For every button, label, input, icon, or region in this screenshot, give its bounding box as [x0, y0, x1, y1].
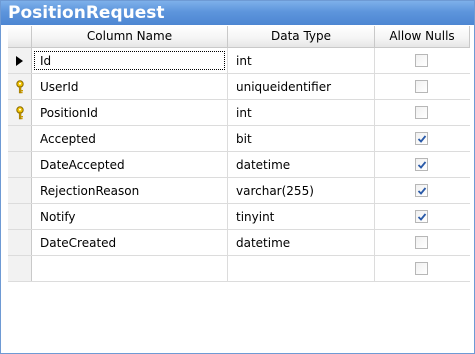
primary-key-icon [16, 106, 24, 120]
table-row[interactable]: UserId uniqueidentifier [8, 74, 470, 100]
allow-nulls-checkbox[interactable] [415, 80, 428, 93]
check-mark-icon [417, 187, 427, 195]
allow-nulls-cell [375, 178, 470, 203]
data-type-cell[interactable]: tinyint [228, 204, 375, 229]
title-bar[interactable]: PositionRequest [1, 1, 474, 25]
row-selector[interactable] [8, 178, 32, 203]
row-selector[interactable] [8, 100, 32, 125]
allow-nulls-checkbox[interactable] [415, 132, 428, 145]
allow-nulls-checkbox[interactable] [415, 236, 428, 249]
column-name-cell[interactable]: PositionId [32, 100, 228, 125]
column-name-cell[interactable]: Accepted [32, 126, 228, 151]
row-selector[interactable] [8, 256, 32, 281]
allow-nulls-checkbox[interactable] [415, 158, 428, 171]
table-row[interactable]: Accepted bit [8, 126, 470, 152]
row-selector[interactable] [8, 152, 32, 177]
data-type-cell[interactable] [228, 256, 375, 281]
column-name-cell[interactable]: UserId [32, 74, 228, 99]
data-type-cell[interactable]: int [228, 48, 375, 73]
column-name-cell[interactable]: DateAccepted [32, 152, 228, 177]
allow-nulls-cell [375, 100, 470, 125]
table-row[interactable]: DateAccepted datetime [8, 152, 470, 178]
table-row[interactable]: Notify tinyint [8, 204, 470, 230]
column-name-cell[interactable]: RejectionReason [32, 178, 228, 203]
column-name-cell[interactable]: Notify [32, 204, 228, 229]
table-row[interactable]: RejectionReason varchar(255) [8, 178, 470, 204]
grid-header-row: Column Name Data Type Allow Nulls [8, 26, 470, 48]
row-selector-header[interactable] [8, 26, 32, 47]
allow-nulls-cell [375, 152, 470, 177]
table-row[interactable]: Id int [8, 48, 470, 74]
data-type-cell[interactable]: int [228, 100, 375, 125]
check-mark-icon [417, 213, 427, 221]
data-type-cell[interactable]: uniqueidentifier [228, 74, 375, 99]
row-selector[interactable] [8, 74, 32, 99]
row-selector[interactable] [8, 230, 32, 255]
column-name-cell[interactable] [32, 256, 228, 281]
row-selector[interactable] [8, 126, 32, 151]
column-name-text: Id [40, 54, 52, 68]
allow-nulls-checkbox[interactable] [415, 54, 428, 67]
column-name-header[interactable]: Column Name [32, 26, 228, 47]
allow-nulls-checkbox[interactable] [415, 262, 428, 275]
check-mark-icon [417, 161, 427, 169]
allow-nulls-checkbox[interactable] [415, 106, 428, 119]
allow-nulls-cell [375, 48, 470, 73]
check-mark-icon [417, 135, 427, 143]
allow-nulls-header[interactable]: Allow Nulls [375, 26, 470, 47]
current-row-arrow-icon [16, 56, 23, 66]
allow-nulls-cell [375, 126, 470, 151]
column-name-cell[interactable]: DateCreated [32, 230, 228, 255]
allow-nulls-cell [375, 256, 470, 281]
allow-nulls-cell [375, 230, 470, 255]
table-title: PositionRequest [8, 3, 165, 23]
allow-nulls-cell [375, 204, 470, 229]
row-selector[interactable] [8, 48, 32, 73]
data-type-cell[interactable]: datetime [228, 152, 375, 177]
primary-key-icon [16, 80, 24, 94]
focus-rectangle: Id [34, 51, 225, 70]
allow-nulls-checkbox[interactable] [415, 210, 428, 223]
allow-nulls-cell [375, 74, 470, 99]
table-row[interactable]: PositionId int [8, 100, 470, 126]
table-designer-window: PositionRequest Column Name Data Type Al… [0, 0, 475, 354]
column-grid: Column Name Data Type Allow Nulls Id int [8, 26, 470, 282]
data-type-cell[interactable]: bit [228, 126, 375, 151]
data-type-header[interactable]: Data Type [228, 26, 375, 47]
column-name-cell[interactable]: Id [32, 48, 228, 73]
new-row[interactable] [8, 256, 470, 282]
table-row[interactable]: DateCreated datetime [8, 230, 470, 256]
data-type-cell[interactable]: varchar(255) [228, 178, 375, 203]
allow-nulls-checkbox[interactable] [415, 184, 428, 197]
data-type-cell[interactable]: datetime [228, 230, 375, 255]
row-selector[interactable] [8, 204, 32, 229]
